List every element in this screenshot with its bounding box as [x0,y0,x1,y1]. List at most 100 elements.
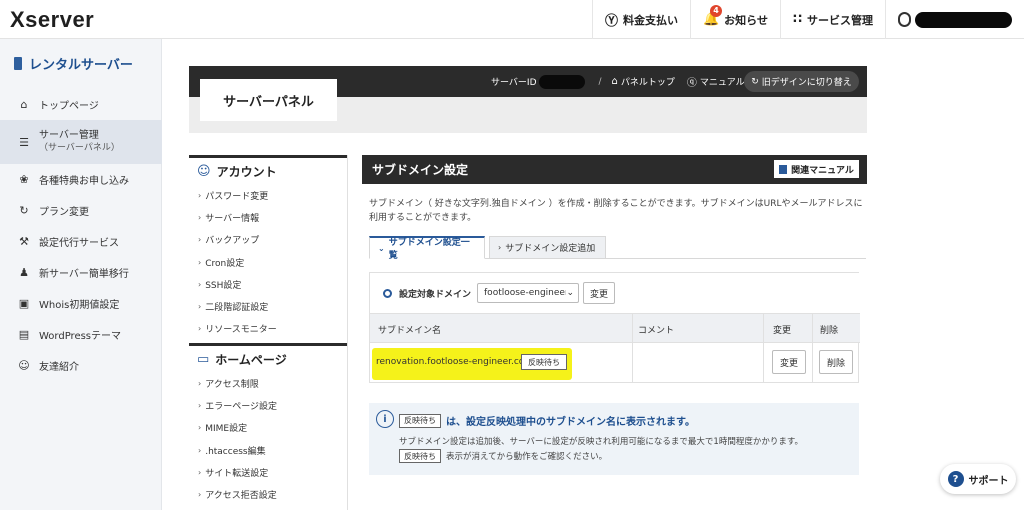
manual-link[interactable]: ⓠ マニュアル [687,74,745,89]
sidebar-item-wordpress-theme[interactable]: ▤ WordPressテーマ [0,319,162,350]
nav-billing-label: 料金支払い [622,13,678,27]
wrench-icon: ⚒ [19,235,29,248]
chevron-right-icon: › [198,401,202,411]
question-icon: ? [947,471,964,487]
domain-selector-row: 設定対象ドメイン footloose-engineer.com⌄ 変更 [370,273,860,313]
top-header: Xserver Ⓨ 料金支払い 🔔 4 お知らせ ∷ サービス管理 [0,0,1024,39]
nav-services[interactable]: ∷ サービス管理 [779,0,885,39]
server-id-label: サーバーID [491,78,537,88]
status-badge: 反映待ち [399,449,441,463]
menu-item-access-deny[interactable]: › アクセス拒否設定 [189,484,347,506]
user-name-redacted [915,11,1012,28]
chevron-right-icon: › [198,190,202,200]
top-nav: Ⓨ 料金支払い 🔔 4 お知らせ ∷ サービス管理 [591,0,1024,39]
sidebar-item-whois[interactable]: ▣ Whois初期値設定 [0,288,162,319]
domain-label: 設定対象ドメイン [399,289,472,300]
old-design-button[interactable]: ↻ 旧デザインに切り替え [744,71,859,92]
wordpress-icon: ▤ [18,328,30,341]
chevron-right-icon: › [198,423,202,433]
table-header: サブドメイン名 コメント 変更 削除 [370,313,860,343]
migrate-icon: ♟ [19,266,29,279]
tab-subdomain-add[interactable]: › サブドメイン設定追加 [489,236,606,259]
chevron-right-icon: › [198,235,202,245]
chevron-right-icon: › [198,490,202,500]
gift-icon: ❀ [19,173,29,186]
sidebar-heading: レンタルサーバー [14,54,133,73]
divider: / [598,76,602,87]
sidebar-item-top[interactable]: ⌂ トップページ [0,89,162,120]
home-icon: ⌂ [611,76,618,87]
menu-item-server-info[interactable]: › サーバー情報 [189,206,347,228]
chevron-right-icon: › [198,324,202,334]
rental-server-icon [14,57,22,70]
sidebar-item-setup-service[interactable]: ⚒ 設定代行サービス [0,226,162,257]
server-id-redacted [538,74,585,89]
question-icon: ⓠ [686,78,697,89]
panel-links: サーバーID / ⌂ パネルトップ ⓠ マニュアル [491,66,757,97]
subdomain-name: renovation.footloose-engineer.com [376,357,534,367]
menu-item-cron[interactable]: › Cron設定 [189,251,347,273]
switch-icon: ↻ [751,76,759,87]
content-tabs: ⌄ サブドメイン設定一覧 › サブドメイン設定追加 [369,236,866,261]
menu-item-error-page[interactable]: › エラーページ設定 [189,394,347,416]
chevron-right-icon: › [198,467,202,477]
panel-top-link[interactable]: ⌂ パネルトップ [612,75,675,88]
menu-heading-account: ☺ アカウント [189,155,347,184]
sidebar-item-server-management[interactable]: ☰ サーバー管理 （サーバーパネル） [0,120,162,164]
menu-heading-homepage: ▭ ホームページ [189,343,347,373]
column-edit: 変更 [773,325,792,336]
account-icon: ☺ [197,163,211,179]
menu-item-backup[interactable]: › バックアップ [189,229,347,251]
refresh-icon: ↻ [19,204,29,217]
related-manual-button[interactable]: 関連マニュアル [774,160,859,178]
sidebar-item-plan-change[interactable]: ↻ プラン変更 [0,195,162,226]
menu-item-ssh[interactable]: › SSH設定 [189,273,347,295]
note-line-1: サブドメイン設定は追加後、サーバーに設定が反映され利用可能になるまで最大で1時間… [399,437,803,447]
note-line-2: 反映待ち 表示が消えてから動作をご確認ください。 [399,449,607,463]
radio-icon [383,288,392,298]
sidebar-item-migration[interactable]: ♟ 新サーバー簡単移行 [0,257,162,288]
menu-item-password[interactable]: › パスワード変更 [189,184,347,206]
server-icon: ☰ [19,135,29,149]
menu-item-2fa[interactable]: › 二段階認証設定 [189,295,347,317]
tab-subdomain-list[interactable]: ⌄ サブドメイン設定一覧 [369,236,485,261]
chevron-right-icon: › [498,243,502,252]
chevron-right-icon: › [198,445,202,455]
nav-notifications[interactable]: 🔔 4 お知らせ [689,0,780,39]
column-comment: コメント [638,325,675,336]
column-subdomain: サブドメイン名 [378,325,442,336]
user-icon [898,12,912,27]
user-menu[interactable] [885,0,1024,39]
menu-item-mime[interactable]: › MIME設定 [189,417,347,439]
xserver-logo[interactable]: Xserver [10,7,94,33]
delete-button[interactable]: 削除 [819,350,853,374]
notification-badge: 4 [709,5,722,17]
nav-notifications-label: お知らせ [724,13,768,27]
panel-title: サーバーパネル [200,79,337,121]
menu-item-access-restriction[interactable]: › アクセス制限 [189,372,347,394]
browser-icon: ▭ [197,351,210,367]
sidebar-item-referral[interactable]: ☺ 友達紹介 [0,350,162,381]
grid-icon: ∷ [792,12,802,27]
sidebar-list: ⌂ トップページ ☰ サーバー管理 （サーバーパネル） ❀ 各種特典お申し込み ↻ プラン… [0,89,162,381]
yen-icon: Ⓨ [604,14,618,29]
edit-button[interactable]: 変更 [772,350,806,374]
bell-icon: 🔔 4 [703,5,722,27]
chevron-right-icon: › [198,378,202,388]
domain-change-button[interactable]: 変更 [583,282,616,304]
subdomain-table: 設定対象ドメイン footloose-engineer.com⌄ 変更 サブドメ… [369,272,860,383]
menu-item-resource-monitor[interactable]: › リソースモニター [189,318,347,340]
nav-billing[interactable]: Ⓨ 料金支払い [591,0,690,39]
chevron-right-icon: › [198,302,202,312]
content-description: サブドメイン（ 好きな文字列.独自ドメイン ）を作成・削除することができます。サ… [369,199,863,223]
status-badge: 反映待ち [399,413,441,428]
menu-item-redirect[interactable]: › サイト転送設定 [189,461,347,483]
support-button[interactable]: ? サポート [940,464,1016,494]
panel-menu: ☺ アカウント › パスワード変更 › サーバー情報 › バックアップ › Cron設定 … [189,155,348,510]
domain-select[interactable]: footloose-engineer.com⌄ [477,283,580,303]
status-badge: 反映待ち [521,354,567,370]
info-note: i 反映待ち は、設定反映処理中のサブドメイン名に表示されます。 サブドメイン設… [369,403,859,475]
chevron-down-icon: ⌄ [566,288,575,298]
menu-item-htaccess[interactable]: › .htaccess編集 [189,439,347,461]
sidebar-item-benefits[interactable]: ❀ 各種特典お申し込み [0,164,162,195]
